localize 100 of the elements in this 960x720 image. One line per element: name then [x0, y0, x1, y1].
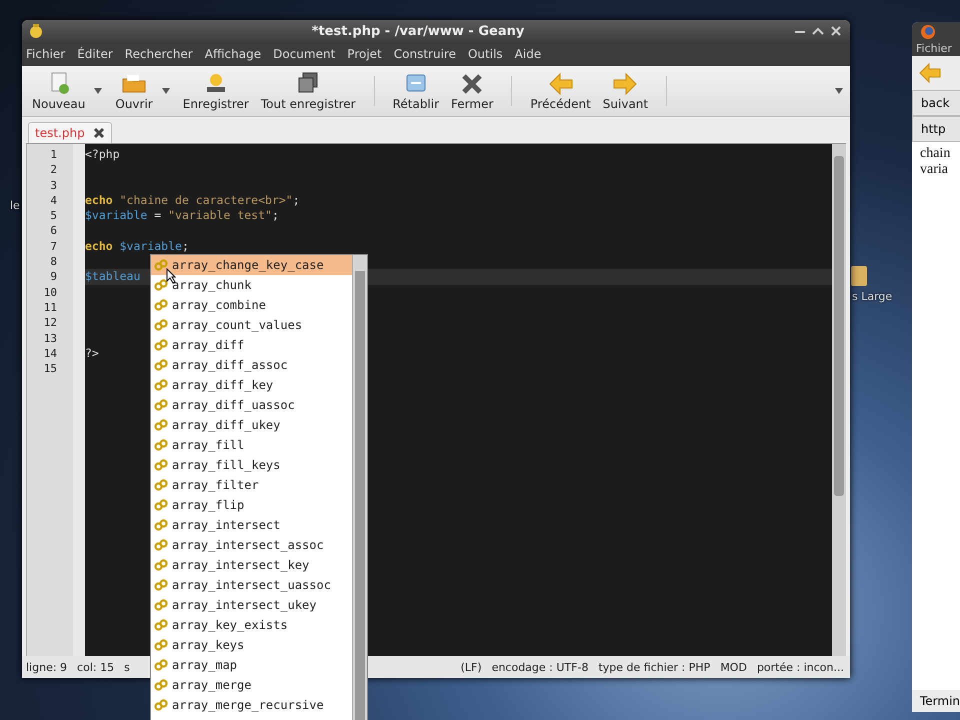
scrollbar-thumb[interactable]: [355, 271, 365, 720]
autocomplete-item[interactable]: array_key_exists: [151, 615, 352, 635]
autocomplete-item[interactable]: array_intersect_assoc: [151, 535, 352, 555]
autocomplete-item[interactable]: array_change_key_case: [151, 255, 352, 275]
chain-link-icon: [154, 579, 168, 591]
autocomplete-item[interactable]: array_diff_key: [151, 375, 352, 395]
autocomplete-item[interactable]: array_diff_assoc: [151, 355, 352, 375]
line-number: 9: [49, 269, 58, 285]
line-number: 4: [49, 192, 58, 208]
dropdown-caret-icon: [160, 87, 171, 95]
chain-link-icon: [154, 299, 168, 311]
status-text: MOD: [720, 660, 747, 674]
autocomplete-item[interactable]: array_keys: [151, 635, 352, 655]
toolbar-button[interactable]: Ouvrir: [111, 69, 175, 113]
autocomplete-item[interactable]: array_diff: [151, 335, 352, 355]
menu-item[interactable]: Outils: [468, 47, 503, 61]
right-arrow-icon: [612, 71, 638, 95]
scrollbar[interactable]: [832, 144, 846, 656]
toolbar-button[interactable]: Nouveau: [28, 69, 108, 113]
menu-item[interactable]: Fichier: [26, 47, 66, 61]
line-number: 7: [49, 238, 58, 254]
menu-item[interactable]: Fichier: [912, 42, 960, 56]
scrollbar-thumb[interactable]: [834, 156, 844, 496]
toolbar-button[interactable]: Enregistrer: [178, 69, 253, 113]
chain-link-icon: [154, 519, 168, 531]
desktop-icon-label: s Large: [852, 290, 892, 303]
menu-item[interactable]: Projet: [347, 47, 382, 61]
autocomplete-item[interactable]: array_combine: [151, 295, 352, 315]
page-text: varia: [920, 162, 949, 178]
code-line: echo "chaine de caractere<br>";: [85, 192, 300, 207]
line-number: 14: [42, 346, 58, 362]
line-number: 10: [42, 284, 58, 300]
browser-tab[interactable]: back: [912, 90, 960, 116]
desktop-icon-label: le: [10, 199, 20, 212]
chain-link-icon: [154, 479, 168, 491]
chain-link-icon: [154, 279, 168, 291]
overflow-caret-icon[interactable]: [834, 87, 844, 95]
menu-item[interactable]: Affichage: [204, 47, 262, 61]
autocomplete-item[interactable]: array_fill: [151, 435, 352, 455]
chain-link-icon: [154, 339, 168, 351]
status-text: encodage : UTF-8: [492, 660, 588, 674]
status-text: type de fichier : PHP: [598, 660, 710, 674]
line-number: 8: [49, 254, 58, 270]
menu-item[interactable]: Éditer: [77, 47, 113, 61]
autocomplete-item[interactable]: array_diff_uassoc: [151, 395, 352, 415]
maximize-icon[interactable]: [810, 25, 826, 37]
line-number: 15: [42, 361, 58, 376]
menu-item[interactable]: Rechercher: [124, 47, 193, 61]
chain-link-icon: [154, 539, 168, 551]
line-number: 6: [49, 223, 58, 239]
chain-link-icon: [154, 319, 168, 331]
left-arrow-icon: [548, 71, 574, 95]
window-title: *test.php - /var/www - Geany: [310, 24, 526, 38]
line-number: 11: [42, 300, 58, 316]
toolbar-button[interactable]: Précédent: [526, 69, 595, 113]
autocomplete-item[interactable]: array_fill_keys: [151, 455, 352, 475]
status-text: (LF): [460, 660, 482, 674]
menu-item[interactable]: Document: [273, 47, 336, 61]
menu-item[interactable]: Construire: [394, 47, 456, 61]
toolbar-button[interactable]: Rétablir: [388, 69, 444, 113]
autocomplete-item[interactable]: array_intersect: [151, 515, 352, 535]
chain-link-icon: [154, 639, 168, 651]
chain-link-icon: [154, 679, 168, 691]
autocomplete-item[interactable]: array_count_values: [151, 315, 352, 335]
scrollbar[interactable]: [352, 255, 367, 720]
file-tab[interactable]: test.php: [28, 122, 112, 143]
menu-item[interactable]: Aide: [514, 47, 542, 61]
line-number: 5: [49, 208, 58, 224]
autocomplete-item[interactable]: array_merge: [151, 675, 352, 695]
autocomplete-item[interactable]: array_intersect_key: [151, 555, 352, 575]
toolbar-button[interactable]: Tout enregistrer: [256, 69, 360, 113]
teapot-icon: [28, 23, 44, 39]
toolbar-button[interactable]: Fermer: [447, 69, 498, 113]
address-field[interactable]: http: [912, 116, 960, 142]
autocomplete-item[interactable]: array_intersect_uassoc: [151, 575, 352, 595]
chain-link-icon: [154, 419, 168, 431]
autocomplete-item[interactable]: array_map: [151, 655, 352, 675]
chain-link-icon: [154, 359, 168, 371]
chain-link-icon: [154, 379, 168, 391]
globe-icon: [920, 24, 936, 40]
chain-link-icon: [154, 499, 168, 511]
code-line: $tableau: [85, 269, 140, 284]
close-icon[interactable]: [92, 127, 105, 139]
toolbar-button[interactable]: Suivant: [598, 69, 652, 113]
chain-link-icon: [154, 619, 168, 631]
status-text: Termin: [919, 693, 960, 710]
autocomplete-item[interactable]: array_flip: [151, 495, 352, 515]
dropdown-caret-icon: [93, 87, 104, 95]
chain-link-icon: [154, 699, 168, 711]
code-line: echo $variable;: [85, 238, 189, 253]
chain-link-icon: [154, 459, 168, 471]
autocomplete-item[interactable]: array_filter: [151, 475, 352, 495]
line-number: 2: [49, 162, 58, 178]
status-text: portée : incon...: [756, 660, 844, 674]
autocomplete-item[interactable]: array_diff_ukey: [151, 415, 352, 435]
autocomplete-item[interactable]: array_intersect_ukey: [151, 595, 352, 615]
chain-link-icon: [154, 559, 168, 571]
autocomplete-item[interactable]: array_merge_recursive: [151, 695, 352, 715]
autocomplete-item[interactable]: array_chunk: [151, 275, 352, 295]
line-number: 3: [49, 178, 58, 193]
